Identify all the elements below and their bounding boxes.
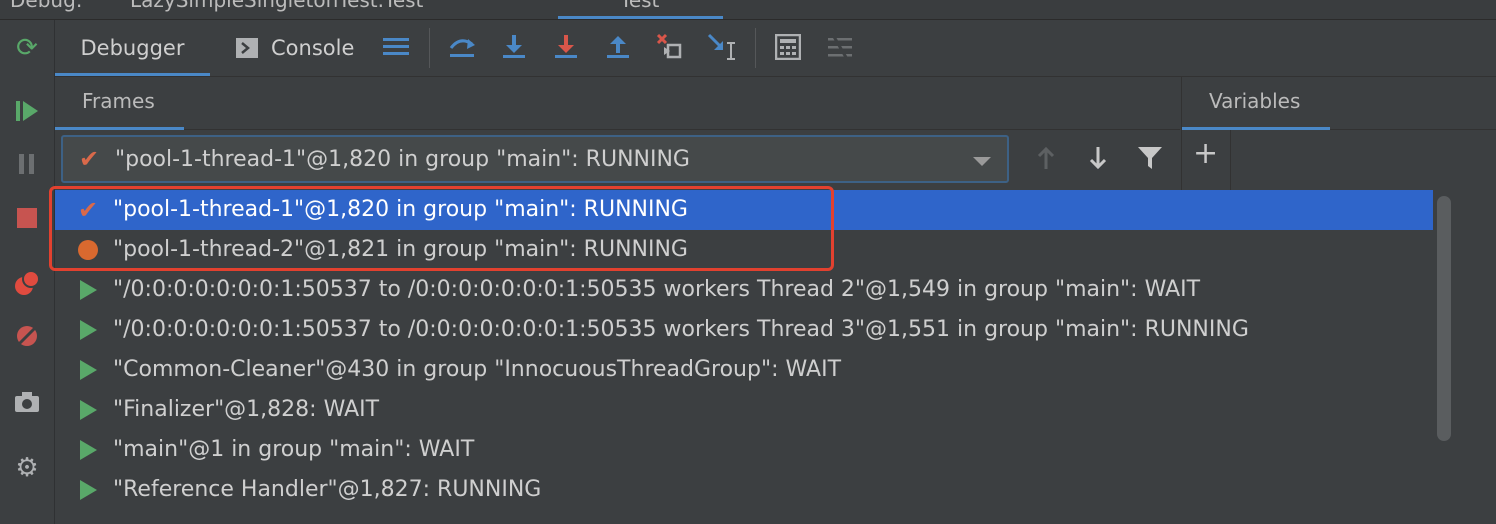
thread-list-item[interactable]: "/0:0:0:0:0:0:0:1:50537 to /0:0:0:0:0:0:…: [55, 310, 1433, 350]
step-out-icon[interactable]: [603, 32, 633, 62]
mute-breakpoints-icon[interactable]: [11, 320, 43, 352]
play-icon: [77, 359, 99, 381]
rerun-icon[interactable]: ⟳: [11, 32, 43, 64]
trace-icon[interactable]: [825, 32, 855, 62]
scrollbar-thumb[interactable]: [1437, 196, 1451, 441]
toolbar-separator: [755, 28, 756, 68]
thread-label: "/0:0:0:0:0:0:0:1:50537 to /0:0:0:0:0:0:…: [113, 277, 1201, 302]
run-config-tab[interactable]: LazySimpleSingletonTest.Test: [130, 0, 423, 12]
drop-frame-icon[interactable]: [655, 32, 685, 62]
window-tab-strip: Debug: LazySimpleSingletonTest.Test Test: [0, 0, 1496, 20]
thread-list-item[interactable]: "Finalizer"@1,828: WAIT: [55, 390, 1433, 430]
chevron-down-icon: [973, 157, 991, 166]
thread-label: "Reference Handler"@1,827: RUNNING: [113, 477, 542, 502]
layout-icon[interactable]: [381, 32, 411, 62]
thread-label: "/0:0:0:0:0:0:0:1:50537 to /0:0:0:0:0:0:…: [113, 317, 1249, 342]
debug-label: Debug:: [10, 0, 83, 12]
previous-frame-icon[interactable]: [1031, 142, 1061, 174]
tab-console-label: Console: [271, 36, 355, 60]
thread-list-item[interactable]: ✔ "pool-1-thread-1"@1,820 in group "main…: [55, 190, 1433, 230]
thread-label: "pool-1-thread-1"@1,820 in group "main":…: [113, 197, 688, 222]
frames-panel-header: Frames: [55, 77, 1180, 130]
next-frame-icon[interactable]: [1083, 142, 1113, 174]
thread-label: "main"@1 in group "main": WAIT: [113, 437, 475, 462]
check-icon: ✔: [77, 196, 99, 224]
breakpoint-dot-icon: [77, 239, 99, 261]
thread-selector-dropdown[interactable]: ✔ "pool-1-thread-1"@1,820 in group "main…: [61, 135, 1009, 183]
filter-icon[interactable]: [1135, 142, 1165, 174]
step-over-icon[interactable]: [499, 32, 529, 62]
step-into-icon[interactable]: [551, 32, 581, 62]
selected-thread-label: "pool-1-thread-1"@1,820 in group "main":…: [115, 147, 690, 172]
thread-list-item[interactable]: "main"@1 in group "main": WAIT: [55, 430, 1433, 470]
variables-title[interactable]: Variables: [1209, 89, 1300, 113]
thread-label: "pool-1-thread-2"@1,821 in group "main":…: [113, 237, 688, 262]
toolbar-separator: [429, 28, 430, 68]
settings-gear-icon[interactable]: ⚙: [11, 452, 43, 484]
thread-label: "Common-Cleaner"@430 in group "Innocuous…: [113, 357, 842, 382]
thread-dropdown-list: ✔ "pool-1-thread-1"@1,820 in group "main…: [55, 190, 1433, 524]
frames-title[interactable]: Frames: [82, 89, 155, 113]
console-icon: [236, 38, 258, 58]
play-icon: [77, 439, 99, 461]
play-icon: [77, 279, 99, 301]
run-to-cursor-icon[interactable]: [707, 32, 737, 62]
thread-list-scrollbar[interactable]: [1433, 190, 1457, 524]
tab-debugger-label: Debugger: [80, 36, 185, 60]
test-tab[interactable]: Test: [620, 0, 659, 12]
frames-tab-indicator: [55, 127, 184, 130]
debug-side-toolbar: ⟳ ⚙: [0, 20, 55, 524]
tab-debugger[interactable]: Debugger: [55, 20, 210, 76]
debugger-toolbar: Debugger Console: [55, 20, 1496, 77]
variables-panel-header: Variables: [1181, 77, 1496, 130]
resume-program-icon[interactable]: [11, 95, 43, 127]
tab-console[interactable]: Console: [235, 20, 354, 76]
camera-icon[interactable]: [11, 386, 43, 418]
stop-icon[interactable]: [11, 202, 43, 234]
check-icon: ✔: [79, 145, 100, 173]
thread-label: "Finalizer"@1,828: WAIT: [113, 397, 380, 422]
play-icon: [77, 399, 99, 421]
thread-list-item[interactable]: "/0:0:0:0:0:0:0:1:50537 to /0:0:0:0:0:0:…: [55, 270, 1433, 310]
play-icon: [77, 319, 99, 341]
thread-list-item[interactable]: "Reference Handler"@1,827: RUNNING: [55, 470, 1433, 510]
evaluate-expression-icon[interactable]: [773, 32, 803, 62]
play-icon: [77, 479, 99, 501]
active-tab-indicator: [558, 16, 723, 19]
thread-list-item[interactable]: "pool-1-thread-2"@1,821 in group "main":…: [55, 230, 1433, 270]
view-breakpoints-icon[interactable]: [11, 267, 43, 299]
new-watch-plus-icon[interactable]: +: [1193, 139, 1218, 169]
thread-list-item[interactable]: "Common-Cleaner"@430 in group "Innocuous…: [55, 350, 1433, 390]
show-execution-point-icon[interactable]: [447, 32, 477, 62]
pause-program-icon[interactable]: [11, 148, 43, 180]
